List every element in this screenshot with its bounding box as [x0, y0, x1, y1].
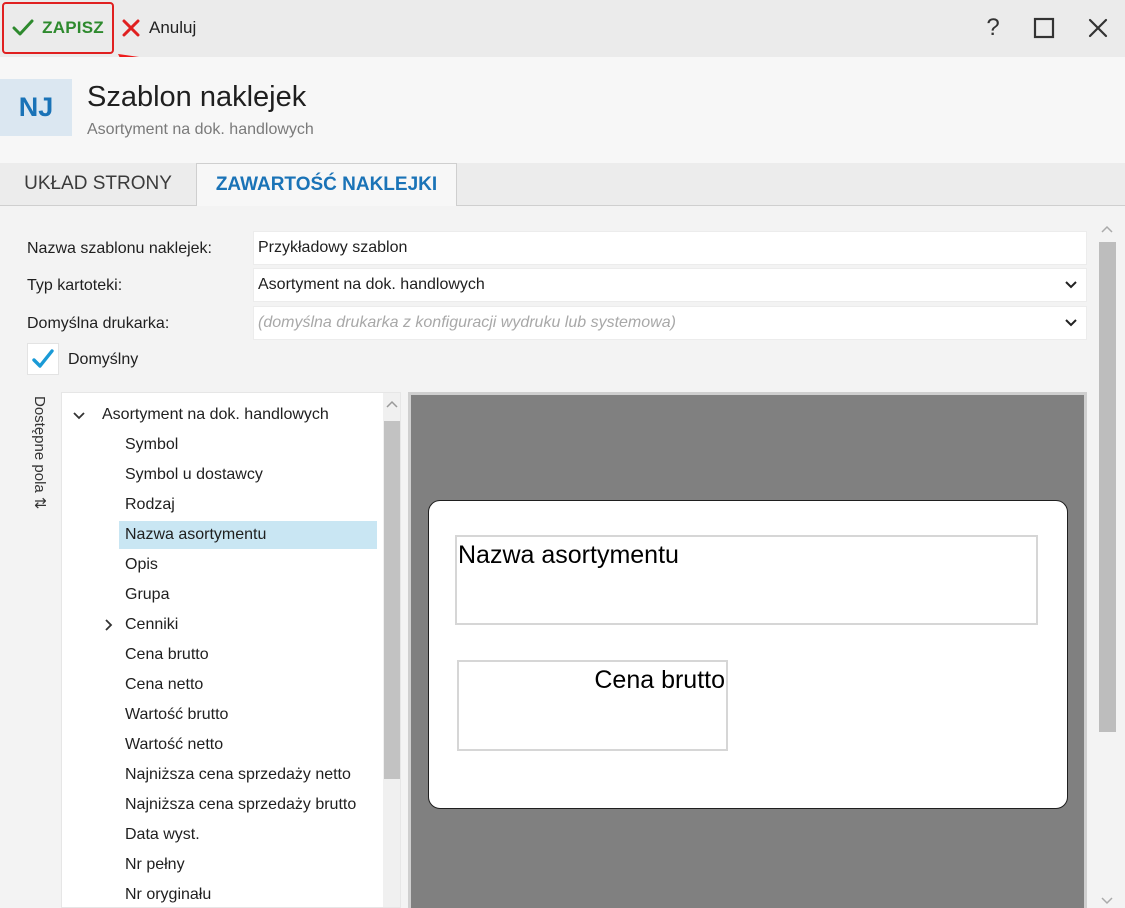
page-title: Szablon naklejek [87, 81, 307, 113]
tree-item-product-name[interactable]: Nazwa asortymentu [119, 521, 377, 549]
tree-item-supplier-symbol[interactable]: Symbol u dostawcy [125, 461, 377, 489]
chevron-right-icon[interactable] [102, 618, 116, 632]
tree-item-group[interactable]: Grupa [125, 581, 377, 609]
scroll-up-icon[interactable] [384, 397, 400, 413]
tree-item-net-value[interactable]: Wartość netto [125, 731, 377, 759]
tree-item-full-number[interactable]: Nr pełny [125, 851, 377, 879]
help-button[interactable]: ? [977, 12, 1009, 44]
cancel-button[interactable]: Anuluj [122, 8, 196, 48]
tree-item-issue-date[interactable]: Data wyst. [125, 821, 377, 849]
main-scrollbar-thumb[interactable] [1099, 242, 1116, 732]
default-printer-placeholder: (domyślna drukarka z konfiguracji wydruk… [258, 314, 676, 331]
checkmark-icon [32, 349, 54, 368]
cancel-button-label: Anuluj [149, 18, 197, 37]
tree-item-symbol[interactable]: Symbol [125, 431, 377, 459]
tree-item-price-lists[interactable]: Cenniki [125, 611, 377, 639]
scroll-up-icon[interactable] [1099, 222, 1115, 236]
tree-scrollbar-thumb[interactable] [384, 421, 400, 779]
template-name-label: Nazwa szablonu naklejek: [27, 240, 212, 257]
save-button[interactable]: ZAPISZ [2, 2, 114, 54]
label-field-gross-price[interactable]: Cena brutto [457, 660, 728, 751]
chevron-down-icon [1065, 281, 1077, 289]
close-x-icon [122, 19, 140, 37]
close-window-button[interactable] [1082, 12, 1114, 44]
checkmark-icon [12, 19, 34, 36]
help-icon: ? [986, 14, 1000, 41]
chevron-down-icon [1065, 319, 1077, 327]
record-type-select[interactable]: Asortyment na dok. handlowych [253, 268, 1087, 302]
template-name-input[interactable]: Przykładowy szablon [253, 231, 1087, 265]
tab-bar: UKŁAD STRONY ZAWARTOŚĆ NAKLEJKI [0, 163, 1125, 206]
record-type-label: Typ kartoteki: [27, 277, 123, 294]
page-subtitle: Asortyment na dok. handlowych [87, 121, 314, 138]
close-icon [1088, 18, 1108, 38]
tree-item-description[interactable]: Opis [125, 551, 377, 579]
avatar: NJ [0, 79, 72, 136]
save-button-label: ZAPISZ [42, 18, 104, 37]
tab-page-layout[interactable]: UKŁAD STRONY [0, 163, 196, 205]
scroll-down-icon[interactable] [1099, 894, 1115, 908]
tree-item-gross-price[interactable]: Cena brutto [125, 641, 377, 669]
maximize-icon [1033, 17, 1055, 39]
tree-item-original-number[interactable]: Nr oryginału [125, 881, 377, 907]
tree-item-net-price[interactable]: Cena netto [125, 671, 377, 699]
available-fields-toggle[interactable]: Dostępne pola ⇅ [30, 396, 48, 536]
tab-label-content[interactable]: ZAWARTOŚĆ NAKLEJKI [196, 163, 457, 206]
page-header: NJ Szablon naklejek Asortyment na dok. h… [0, 57, 1125, 163]
default-printer-select[interactable]: (domyślna drukarka z konfiguracji wydruk… [253, 306, 1087, 340]
record-type-value: Asortyment na dok. handlowych [258, 276, 485, 293]
tree-item-lowest-net-price[interactable]: Najniższa cena sprzedaży netto [125, 761, 377, 789]
toolbar: ZAPISZ Anuluj ? [0, 0, 1125, 57]
default-checkbox-label: Domyślny [68, 351, 139, 368]
tree-item-gross-value[interactable]: Wartość brutto [125, 701, 377, 729]
default-checkbox[interactable] [27, 343, 59, 375]
tree-item-lowest-gross-price[interactable]: Najniższa cena sprzedaży brutto [125, 791, 377, 819]
tree-root[interactable]: Asortyment na dok. handlowych [102, 401, 329, 429]
available-fields-tree: Asortyment na dok. handlowych Symbol Sym… [61, 392, 401, 908]
label-field-product-name[interactable]: Nazwa asortymentu [455, 535, 1038, 625]
maximize-button[interactable] [1028, 12, 1060, 44]
chevron-down-icon[interactable] [72, 409, 86, 423]
tree-item-type[interactable]: Rodzaj [125, 491, 377, 519]
default-printer-label: Domyślna drukarka: [27, 315, 170, 332]
